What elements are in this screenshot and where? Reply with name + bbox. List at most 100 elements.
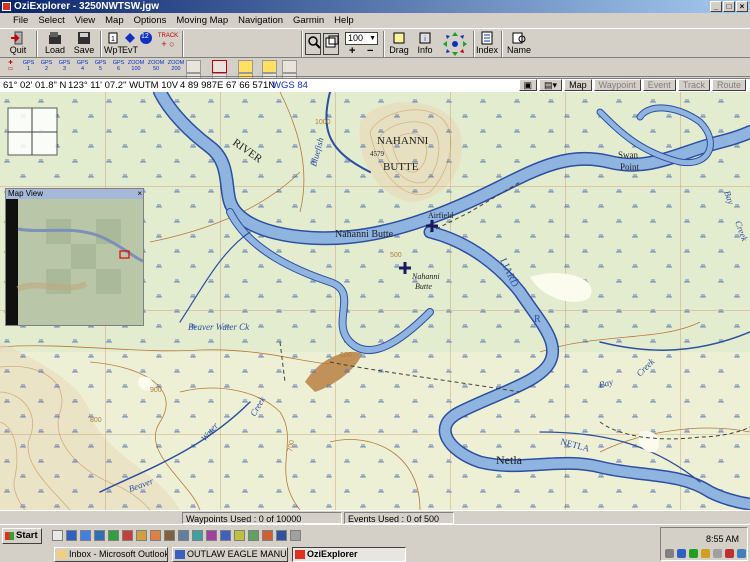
zoom-in-button[interactable]: +	[349, 45, 355, 57]
quicklaunch-word-icon[interactable]	[94, 530, 105, 541]
info-icon: i	[419, 32, 431, 44]
quicklaunch-powerpoint-icon[interactable]	[122, 530, 133, 541]
zoom-out-button[interactable]: −	[367, 45, 373, 57]
task-oziexplorer[interactable]: OziExplorer	[292, 547, 406, 562]
restore-button[interactable]: □	[723, 1, 735, 12]
tray-app-icon-4[interactable]	[737, 549, 746, 558]
menu-moving-map[interactable]: Moving Map	[171, 15, 233, 26]
tray-app-icon-2[interactable]	[713, 549, 722, 558]
gps-button-4[interactable]: GPS 4	[74, 60, 91, 75]
zoom-level-select[interactable]: 100 ▼	[345, 32, 378, 45]
quicklaunch-app-icon-1[interactable]	[150, 530, 161, 541]
zoom-100-button[interactable]: ZOOM 100	[126, 60, 146, 75]
menu-garmin[interactable]: Garmin	[288, 15, 329, 26]
overview-grid[interactable]	[7, 107, 58, 156]
quicklaunch-excel-icon[interactable]	[108, 530, 119, 541]
index-button[interactable]: Index	[475, 30, 499, 58]
gps-button-3[interactable]: GPS 3	[56, 60, 73, 75]
gps-button-2[interactable]: GPS 2	[38, 60, 55, 75]
menu-map[interactable]: Map	[100, 15, 128, 26]
waypoint-icon: 1	[108, 32, 118, 44]
task-outlook[interactable]: Inbox - Microsoft Outlook	[54, 547, 168, 562]
windows-taskbar: Start Inbox - Microsoft Outlook OUTLAW E…	[0, 524, 750, 562]
quicklaunch-desktop-icon[interactable]	[52, 530, 63, 541]
gps-button-6[interactable]: GPS 6	[110, 60, 127, 75]
close-button[interactable]: ×	[736, 1, 748, 12]
tray-antivirus-icon[interactable]	[689, 549, 698, 558]
zoom-window-button[interactable]	[323, 33, 339, 55]
mode-track-button[interactable]: Track	[677, 79, 710, 91]
count-badge-button[interactable]: 12	[138, 30, 152, 58]
waypoints-used-status: Waypoints Used : 0 of 10000 (GPS:500)	[182, 512, 342, 537]
drag-button[interactable]: Drag	[387, 30, 411, 58]
load-button[interactable]: Load	[42, 30, 68, 58]
info-button[interactable]: i Info	[414, 30, 436, 58]
task-outlaw-eagle[interactable]: OUTLAW EAGLE MANUFA...	[172, 547, 288, 562]
mode-event-button[interactable]: Event	[642, 79, 676, 91]
menu-help[interactable]: Help	[329, 15, 359, 26]
minimize-button[interactable]: _	[710, 1, 722, 12]
menu-options[interactable]: Options	[129, 15, 172, 26]
label-airfield: Airfield	[428, 211, 453, 220]
map-view-thumbnail[interactable]	[6, 199, 144, 325]
name-search-button[interactable]: Name	[506, 30, 532, 58]
map-canvas[interactable]: NAHANNI BUTTE 4579 RIVER Bluefish Swan P…	[0, 92, 750, 510]
map-window-icon[interactable]: ▣	[518, 79, 538, 91]
zoom-50-button[interactable]: ZOOM 50	[146, 60, 166, 75]
quicklaunch-access-icon[interactable]	[136, 530, 147, 541]
menu-navigation[interactable]: Navigation	[233, 15, 288, 26]
start-button[interactable]: Start	[2, 528, 42, 544]
menu-bar: File Select View Map Options Moving Map …	[0, 13, 750, 27]
satellite-icon[interactable]: ✚ ▭	[2, 60, 19, 75]
mode-waypoint-button[interactable]: Waypoint	[593, 79, 641, 91]
quicklaunch-app-icon-4[interactable]	[192, 530, 203, 541]
quicklaunch-app-icon-10[interactable]	[276, 530, 287, 541]
tray-volume-icon[interactable]	[665, 549, 674, 558]
system-tray: 8:55 AM	[660, 527, 748, 561]
quit-button[interactable]: Quit	[4, 30, 32, 58]
gps-3-bottom: 3	[62, 66, 67, 72]
mode-map-button[interactable]: Map	[564, 79, 592, 91]
quicklaunch-app-icon-11[interactable]	[290, 530, 301, 541]
menu-view[interactable]: View	[70, 15, 100, 26]
tray-network-icon[interactable]	[677, 549, 686, 558]
quicklaunch-app-icon-8[interactable]	[248, 530, 259, 541]
quicklaunch-app-icon-7[interactable]	[234, 530, 245, 541]
name-search-icon	[512, 32, 526, 44]
mode-route-button[interactable]: Route	[711, 79, 746, 91]
gps-4-bottom: 4	[80, 66, 85, 72]
window-title: OziExplorer - 3250NWTSW.jgw	[14, 1, 160, 12]
quicklaunch-app-icon-2[interactable]	[164, 530, 175, 541]
menu-file[interactable]: File	[8, 15, 33, 26]
gps-1-bottom: 1	[26, 66, 31, 72]
tray-app-icon-3[interactable]	[725, 549, 734, 558]
task-oziexplorer-label: OziExplorer	[307, 549, 358, 559]
quicklaunch-app-icon-9[interactable]	[262, 530, 273, 541]
quicklaunch-app-icon-3[interactable]	[178, 530, 189, 541]
save-label: Save	[73, 45, 95, 55]
clock[interactable]: 8:55 AM	[706, 534, 739, 544]
zoom-magnifier-button[interactable]	[305, 33, 321, 55]
track-button[interactable]: TRACK + ○	[154, 30, 182, 58]
map-view-close-button[interactable]: ×	[137, 189, 142, 199]
quicklaunch-outlook-icon[interactable]	[80, 530, 91, 541]
quicklaunch-ie-icon[interactable]	[66, 530, 77, 541]
waypoint-tool-button[interactable]: 1 WpT	[104, 30, 123, 58]
gps-5-bottom: 5	[98, 66, 103, 72]
map-view-titlebar[interactable]: Map View ×	[6, 189, 143, 199]
menu-select[interactable]: Select	[33, 15, 69, 26]
quicklaunch-app-icon-5[interactable]	[206, 530, 217, 541]
zoom-100-bottom: 100	[131, 66, 141, 72]
tray-app-icon-1[interactable]	[701, 549, 710, 558]
zoom-200-bottom: 200	[171, 66, 181, 72]
pan-control[interactable]	[440, 30, 470, 58]
save-image-icon[interactable]: ▤▾	[539, 79, 563, 91]
gps-button-5[interactable]: GPS 5	[92, 60, 109, 75]
quicklaunch-app-icon-6[interactable]	[220, 530, 231, 541]
gps-button-1[interactable]: GPS 1	[20, 60, 37, 75]
save-button[interactable]: Save	[70, 30, 98, 58]
zoom-200-button[interactable]: ZOOM 200	[166, 60, 186, 75]
save-disk-icon	[78, 32, 90, 44]
map-view-panel[interactable]: Map View ×	[5, 188, 144, 326]
event-tool-button[interactable]: EvT	[122, 30, 138, 58]
